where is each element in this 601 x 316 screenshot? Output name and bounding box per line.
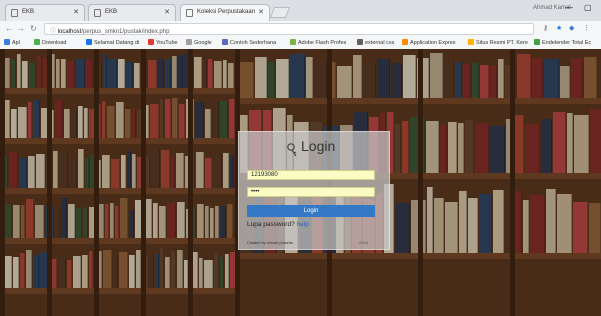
bookmark-site-icon xyxy=(290,39,296,45)
tab-ekb-1[interactable]: EKB ✕ xyxy=(5,4,85,21)
new-tab-button[interactable] xyxy=(269,7,291,18)
maximize-icon[interactable]: ▢ xyxy=(584,3,592,12)
forgot-password: Lupa password? help xyxy=(247,221,309,228)
page-icon xyxy=(11,9,18,17)
bookmark-site-icon xyxy=(534,39,540,45)
bookmark-selamat-datang[interactable]: Selamat Datang di xyxy=(86,39,139,46)
bookmark-application-express[interactable]: Application Expres xyxy=(402,39,456,46)
reload-icon[interactable]: ↻ xyxy=(30,24,37,33)
google-icon xyxy=(186,39,192,45)
back-icon[interactable]: ← xyxy=(5,24,13,33)
url-path: /perpus_smkn1/pustak/index.php xyxy=(81,29,170,35)
forward-icon[interactable]: → xyxy=(17,24,25,33)
url-input[interactable]: ⓘ localhost/perpus_smkn1/pustak/index.ph… xyxy=(44,23,534,35)
bookmark-external-css[interactable]: external css xyxy=(357,39,394,46)
bookmark-contoh[interactable]: Contoh Sederhana xyxy=(222,39,276,46)
username-field[interactable]: 12193080 xyxy=(247,170,375,180)
star-icon[interactable]: ★ xyxy=(556,24,562,32)
bookmark-site-icon xyxy=(402,39,408,45)
tab-label: Koleksi Perpustakaan xyxy=(197,9,256,15)
bookmark-site-icon xyxy=(468,39,474,45)
login-title: Login xyxy=(301,138,336,154)
address-bar: ← → ↻ ⓘ localhost/perpus_smkn1/pustak/in… xyxy=(0,21,601,38)
download-icon xyxy=(34,39,40,45)
login-card: Login 12193080 •••• Login Lupa password?… xyxy=(238,131,390,250)
forgot-text: Lupa password? xyxy=(247,221,295,228)
page-icon xyxy=(94,9,101,17)
close-icon[interactable]: ✕ xyxy=(164,8,170,16)
extension-icon[interactable]: ◆ xyxy=(569,24,574,32)
bookmark-youtube[interactable]: YouTube xyxy=(148,39,178,46)
footer-credit: Created by ahmad prasetia xyxy=(247,241,293,245)
bookmark-apps[interactable]: Apl xyxy=(4,39,20,46)
bookmark-site-icon xyxy=(357,39,363,45)
bookmark-site-icon xyxy=(222,39,228,45)
tab-label: EKB xyxy=(105,9,118,15)
bookmark-adobe-flash[interactable]: Adobe Flash Profes xyxy=(290,39,346,46)
url-host: localhost xyxy=(57,29,82,35)
bookmark-site-icon xyxy=(86,39,92,45)
tab-ekb-2[interactable]: EKB ✕ xyxy=(88,4,176,21)
bookmark-situs-resmi[interactable]: Situs Resmi PT. Kere xyxy=(468,39,528,46)
info-icon: ⓘ xyxy=(50,29,58,35)
minimize-icon[interactable]: — xyxy=(565,3,573,12)
menu-icon[interactable]: ⋮ xyxy=(583,24,590,32)
bookmark-download[interactable]: Download xyxy=(34,39,66,46)
apps-icon xyxy=(4,39,10,45)
tab-strip: EKB ✕ EKB ✕ Koleksi Perpustakaan ✕ Ahmad… xyxy=(0,0,601,21)
key-icon[interactable]: ⚷ xyxy=(543,24,548,32)
password-field[interactable]: •••• xyxy=(247,187,375,197)
close-icon[interactable]: ✕ xyxy=(73,8,79,16)
help-link[interactable]: help xyxy=(297,221,309,228)
page-icon xyxy=(186,9,193,17)
key-icon xyxy=(287,143,297,157)
bookmark-endelender[interactable]: Endelender Total Ec xyxy=(534,39,591,46)
close-icon[interactable]: ✕ xyxy=(258,8,264,16)
footer-year: 2018 xyxy=(359,240,368,245)
login-button[interactable]: Login xyxy=(247,205,375,217)
youtube-icon xyxy=(148,39,154,45)
tab-label: EKB xyxy=(22,9,35,15)
bookmark-google[interactable]: Google xyxy=(186,39,212,46)
tab-koleksi[interactable]: Koleksi Perpustakaan ✕ xyxy=(180,4,270,21)
